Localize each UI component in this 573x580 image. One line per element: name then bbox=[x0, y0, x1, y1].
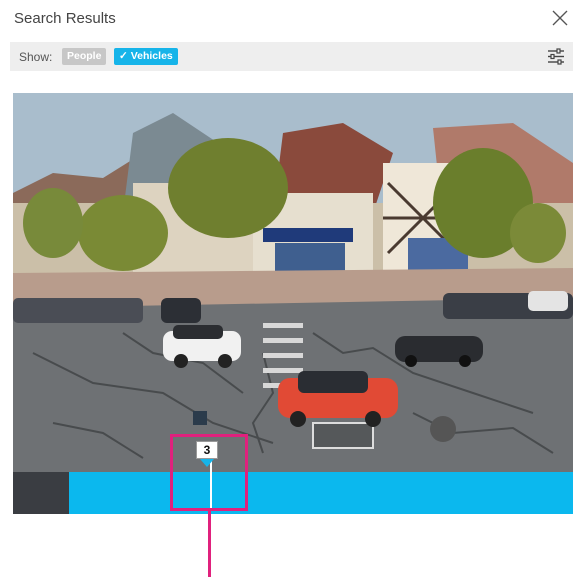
video-frame[interactable] bbox=[13, 93, 573, 472]
dialog-title: Search Results bbox=[14, 10, 116, 27]
street-scene-image bbox=[13, 93, 573, 472]
show-label: Show: bbox=[19, 50, 53, 64]
timeline-bar[interactable] bbox=[13, 460, 573, 514]
callout-line bbox=[208, 511, 211, 577]
callout-highlight-box bbox=[170, 434, 248, 511]
filter-bar: Show: People ✓ Vehicles bbox=[10, 42, 573, 71]
close-icon[interactable] bbox=[551, 9, 569, 27]
people-filter-chip[interactable]: People bbox=[62, 48, 107, 65]
timeline-unrecorded-segment bbox=[13, 472, 69, 514]
sliders-icon[interactable] bbox=[547, 48, 565, 65]
vehicles-filter-chip[interactable]: ✓ Vehicles bbox=[114, 48, 178, 65]
